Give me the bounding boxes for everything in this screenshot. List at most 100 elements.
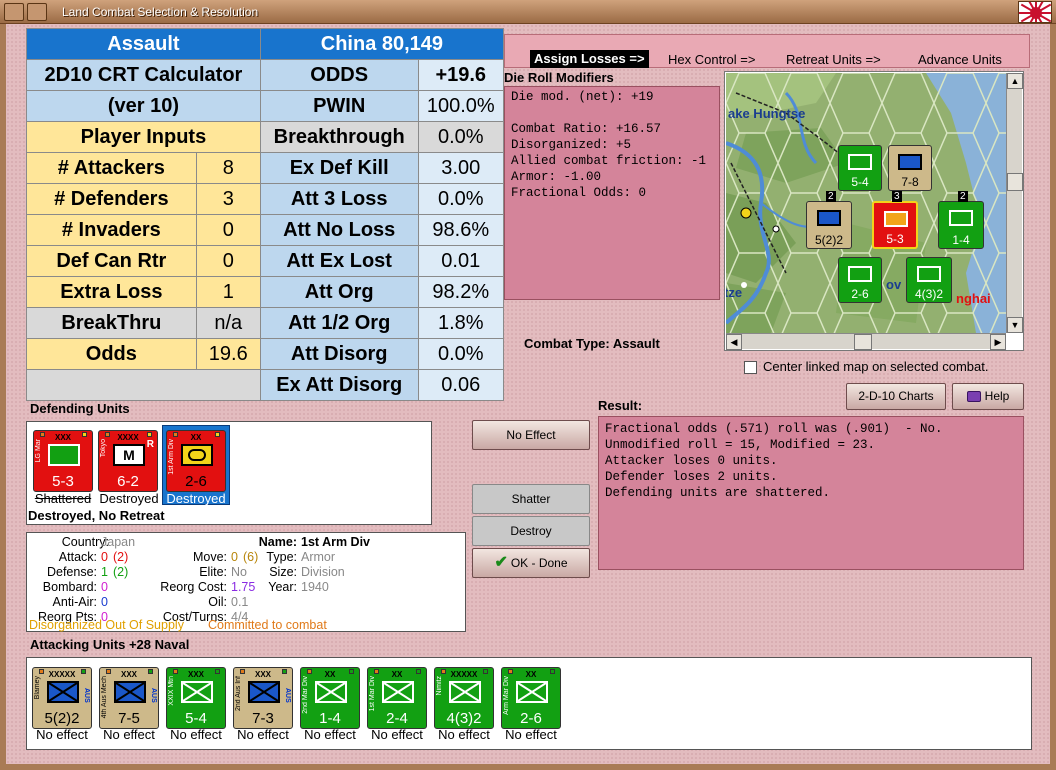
defender-unit-selected[interactable]: XX 1st Arm Div 2-6: [166, 430, 226, 492]
result-value: 98.6%: [417, 214, 505, 246]
label: Type:: [266, 550, 297, 564]
result-label: Att Org: [259, 276, 419, 308]
result-value: 1.8%: [417, 307, 505, 339]
unit-size: XXXXX: [48, 670, 76, 679]
attacker-unit[interactable]: XX Arm Mar Div 2-6: [501, 667, 561, 729]
attacker-status: No effect: [170, 727, 222, 742]
calc-mode: Assault: [26, 28, 261, 60]
attacker-unit[interactable]: XXXXX Nimitz 4(3)2: [434, 667, 494, 729]
input-value[interactable]: 3: [195, 183, 261, 215]
minimize-button[interactable]: [27, 3, 47, 21]
unit-strength: 2-4: [386, 710, 408, 727]
japan-flag-icon: [1018, 1, 1052, 23]
charts-button[interactable]: 2-D-10 Charts: [846, 383, 946, 410]
label: Oil:: [208, 595, 227, 609]
map-label-lake: ake Hungtse: [728, 106, 806, 121]
defender-result-line: Destroyed, No Retreat: [28, 508, 165, 523]
scroll-down-icon[interactable]: ▼: [1007, 317, 1023, 333]
unit-strength: 4(3)2: [446, 710, 482, 727]
attacker-unit[interactable]: XXX 4th Aus Mech AUS 7-5: [99, 667, 159, 729]
map-counter[interactable]: 1-4: [938, 201, 984, 249]
map-horizontal-scrollbar[interactable]: ◀ ▶: [726, 333, 1006, 350]
year-value: 1940: [301, 580, 329, 594]
scroll-up-icon[interactable]: ▲: [1007, 73, 1023, 89]
input-label: # Defenders: [26, 183, 197, 215]
no-effect-button[interactable]: No Effect: [472, 420, 590, 450]
attacker-unit[interactable]: XX 1st Mar Div 2-4: [367, 667, 427, 729]
map-counter[interactable]: 2-6: [838, 257, 882, 303]
linked-map[interactable]: ake Hungtse oy ov tze nghai 5-4 7-8 5(2)…: [726, 73, 1006, 333]
input-value[interactable]: 0: [195, 214, 261, 246]
bombard-value: 0: [101, 580, 108, 594]
unit-size: XXX: [120, 670, 137, 679]
defense-max: (2): [113, 565, 129, 579]
help-book-icon: [966, 391, 981, 403]
input-value[interactable]: 1: [195, 276, 261, 308]
unit-detail-panel: Country: Japan Attack: 0 (2) Defense: 1 …: [26, 532, 466, 632]
help-button[interactable]: Help: [952, 383, 1024, 410]
calc-version: (ver 10): [26, 90, 261, 122]
unit-strength: 5(2)2: [44, 710, 80, 727]
result-value: 0.01: [417, 245, 505, 277]
militia-icon: M: [113, 444, 145, 466]
map-counter[interactable]: 5-4: [838, 145, 882, 191]
defender-unit[interactable]: XXXX Tokyo M R 6-2: [98, 430, 158, 492]
attacker-status: No effect: [438, 727, 490, 742]
defender-unit[interactable]: XXX LG Mar 5-3: [33, 430, 93, 492]
system-menu-button[interactable]: [4, 3, 24, 21]
map-counter-selected[interactable]: 5-3: [872, 201, 918, 249]
center-map-label: Center linked map on selected combat.: [763, 359, 989, 374]
result-label: Ex Att Disorg: [259, 369, 419, 401]
attacker-unit[interactable]: XX 2nd Mar Div 1-4: [300, 667, 360, 729]
unit-name: LG Mar: [35, 439, 42, 463]
result-label: Ex Def Kill: [259, 152, 419, 184]
shatter-button[interactable]: Shatter: [472, 484, 590, 514]
label: Anti-Air:: [52, 595, 97, 609]
input-label: Odds: [26, 338, 197, 370]
nation-tag: AUS: [284, 688, 291, 703]
defender-status: Shattered: [34, 491, 92, 506]
unit-strength: 2-6: [185, 473, 207, 490]
attack-max: (2): [113, 550, 129, 564]
scroll-thumb[interactable]: [1007, 173, 1023, 191]
country-value: Japan: [101, 535, 136, 549]
attacker-unit[interactable]: XXXXX Blamey AUS 5(2)2: [32, 667, 92, 729]
scroll-left-icon[interactable]: ◀: [726, 334, 742, 350]
input-value[interactable]: 0: [195, 245, 261, 277]
input-value[interactable]: 8: [195, 152, 261, 184]
infantry-icon: [47, 681, 79, 703]
input-label: # Invaders: [26, 214, 197, 246]
ok-done-button[interactable]: ✔ OK - Done: [472, 548, 590, 578]
tab-advance-units[interactable]: Advance Units: [918, 52, 1002, 67]
map-counter[interactable]: 4(3)2: [906, 257, 952, 303]
result-label: Att 1/2 Org: [259, 307, 419, 339]
stack-count: 2: [958, 191, 968, 202]
input-label: Extra Loss: [26, 276, 197, 308]
antiair-value: 0: [101, 595, 108, 609]
destroy-button[interactable]: Destroy: [472, 516, 590, 546]
tab-assign-losses[interactable]: Assign Losses =>: [530, 50, 649, 68]
center-map-checkbox[interactable]: [744, 361, 757, 374]
unit-strength: 7-3: [252, 710, 274, 727]
move-value: 0: [231, 550, 238, 564]
supply-status: Disorganized Out Of Supply: [29, 618, 184, 632]
scroll-thumb[interactable]: [854, 334, 872, 350]
result-value: 0.0%: [417, 338, 505, 370]
nation-tag: AUS: [150, 688, 157, 703]
map-vertical-scrollbar[interactable]: ▲ ▼: [1006, 73, 1023, 333]
die-modifiers-text: Die mod. (net): +19 Combat Ratio: +16.57…: [504, 86, 720, 300]
combat-status: Committed to combat: [208, 618, 327, 632]
result-value: 0.0%: [417, 121, 505, 153]
tab-hex-control[interactable]: Hex Control =>: [668, 52, 755, 67]
map-counter[interactable]: 5(2)2: [806, 201, 852, 249]
map-counter[interactable]: 7-8: [888, 145, 932, 191]
infantry-icon: [449, 681, 481, 703]
result-label: PWIN: [259, 90, 419, 122]
attacker-unit[interactable]: XXX 2nd Aus Inf AUS 7-3: [233, 667, 293, 729]
unit-name: 1st Mar Div: [369, 676, 376, 712]
tab-retreat-units[interactable]: Retreat Units =>: [786, 52, 881, 67]
attacker-unit[interactable]: XXX XXIX Mtn 5-4: [166, 667, 226, 729]
result-value: 100.0%: [417, 90, 505, 122]
scroll-right-icon[interactable]: ▶: [990, 334, 1006, 350]
reserve-tag: R: [146, 439, 154, 450]
